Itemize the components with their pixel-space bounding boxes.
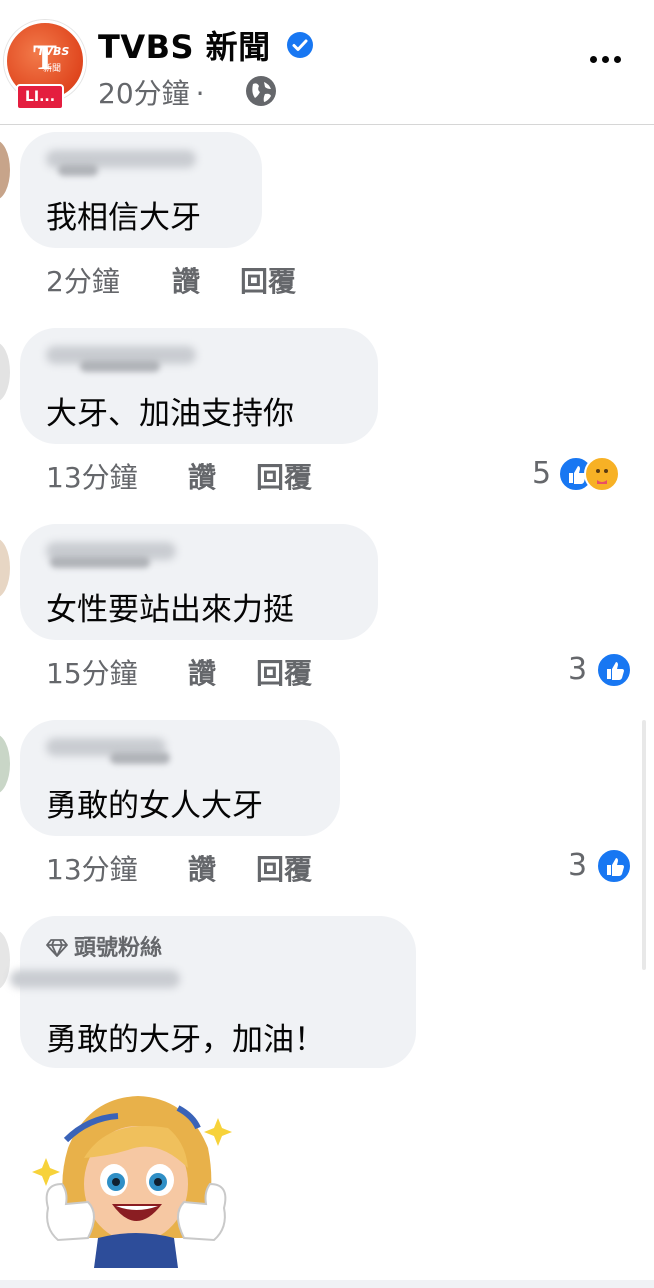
commenter-avatar[interactable] — [0, 734, 10, 794]
avatar-cn-text: 新聞 — [43, 64, 62, 74]
comment-bubble[interactable]: 女性要站出來力挺 — [20, 524, 378, 640]
commenter-name-blurred — [10, 970, 180, 988]
like-button[interactable]: 讚 — [188, 652, 216, 692]
reaction-count: 3 — [568, 652, 588, 687]
like-icon — [596, 652, 632, 688]
reaction-count: 3 — [568, 848, 588, 883]
like-button[interactable]: 讚 — [188, 456, 216, 496]
reaction-count: 5 — [532, 456, 552, 491]
comment-actions: 2分鐘 讚 回覆 — [46, 260, 296, 300]
care-icon — [584, 456, 620, 492]
comment-text: 勇敢的女人大牙 — [46, 788, 263, 824]
verified-icon — [287, 32, 313, 58]
post-meta: 20分鐘 · — [98, 72, 211, 112]
commenter-name-blurred-line — [58, 164, 98, 176]
comment-bubble[interactable]: 勇敢的女人大牙 — [20, 720, 340, 836]
post-header: T TVBS 新聞 LI... TVBS 新聞 20分鐘 · — [0, 0, 654, 125]
commenter-avatar[interactable] — [0, 140, 10, 200]
commenter-name-blurred-line — [50, 556, 150, 568]
reaction-summary[interactable]: 3 — [568, 652, 632, 688]
post-time[interactable]: 20分鐘 — [98, 77, 190, 110]
commenter-avatar[interactable] — [0, 930, 10, 990]
comment-time[interactable]: 13分鐘 — [46, 461, 138, 494]
more-options-icon[interactable] — [586, 44, 626, 74]
reaction-summary[interactable]: 5 — [532, 456, 632, 492]
live-badge: LI... — [16, 84, 64, 110]
reply-button[interactable]: 回覆 — [256, 848, 312, 888]
reply-button[interactable]: 回覆 — [240, 260, 296, 300]
comment-actions: 15分鐘 讚 回覆 — [46, 652, 312, 692]
bottom-divider — [0, 1280, 654, 1288]
comment-bubble[interactable]: 頭號粉絲 勇敢的大牙，加油！ — [10, 916, 416, 1068]
comment-text: 女性要站出來力挺 — [46, 592, 294, 628]
avatar-brand-text: TVBS — [37, 45, 70, 58]
comment-time[interactable]: 13分鐘 — [46, 853, 138, 886]
comment-actions: 13分鐘 讚 回覆 — [46, 848, 312, 888]
top-fan-label: 頭號粉絲 — [74, 936, 163, 961]
like-button[interactable]: 讚 — [188, 848, 216, 888]
commenter-name-blurred-line — [80, 360, 160, 372]
comment-bubble[interactable]: 大牙、加油支持你 — [20, 328, 378, 444]
top-fan-badge: 頭號粉絲 — [46, 930, 162, 962]
scrollbar[interactable] — [642, 720, 646, 970]
reply-button[interactable]: 回覆 — [256, 652, 312, 692]
commenter-avatar[interactable] — [0, 538, 10, 598]
diamond-icon — [46, 939, 68, 957]
comment-text: 勇敢的大牙，加油！ — [46, 1022, 325, 1058]
meta-separator: · — [195, 77, 205, 110]
commenter-name-blurred-line — [110, 752, 170, 764]
comment-actions: 13分鐘 讚 回覆 — [46, 456, 312, 496]
thumbs-up-sticker — [32, 1096, 232, 1268]
reply-button[interactable]: 回覆 — [256, 456, 312, 496]
comment-text: 大牙、加油支持你 — [46, 396, 294, 432]
page-name[interactable]: TVBS 新聞 — [98, 22, 271, 68]
reaction-summary[interactable]: 3 — [568, 848, 632, 884]
comment-time[interactable]: 15分鐘 — [46, 657, 138, 690]
like-icon — [596, 848, 632, 884]
like-button[interactable]: 讚 — [172, 260, 200, 300]
comment-time[interactable]: 2分鐘 — [46, 265, 120, 298]
comment-bubble[interactable]: 我相信大牙 — [20, 132, 262, 248]
globe-icon — [246, 76, 276, 106]
commenter-avatar[interactable] — [0, 342, 10, 402]
comment-text: 我相信大牙 — [46, 200, 201, 236]
